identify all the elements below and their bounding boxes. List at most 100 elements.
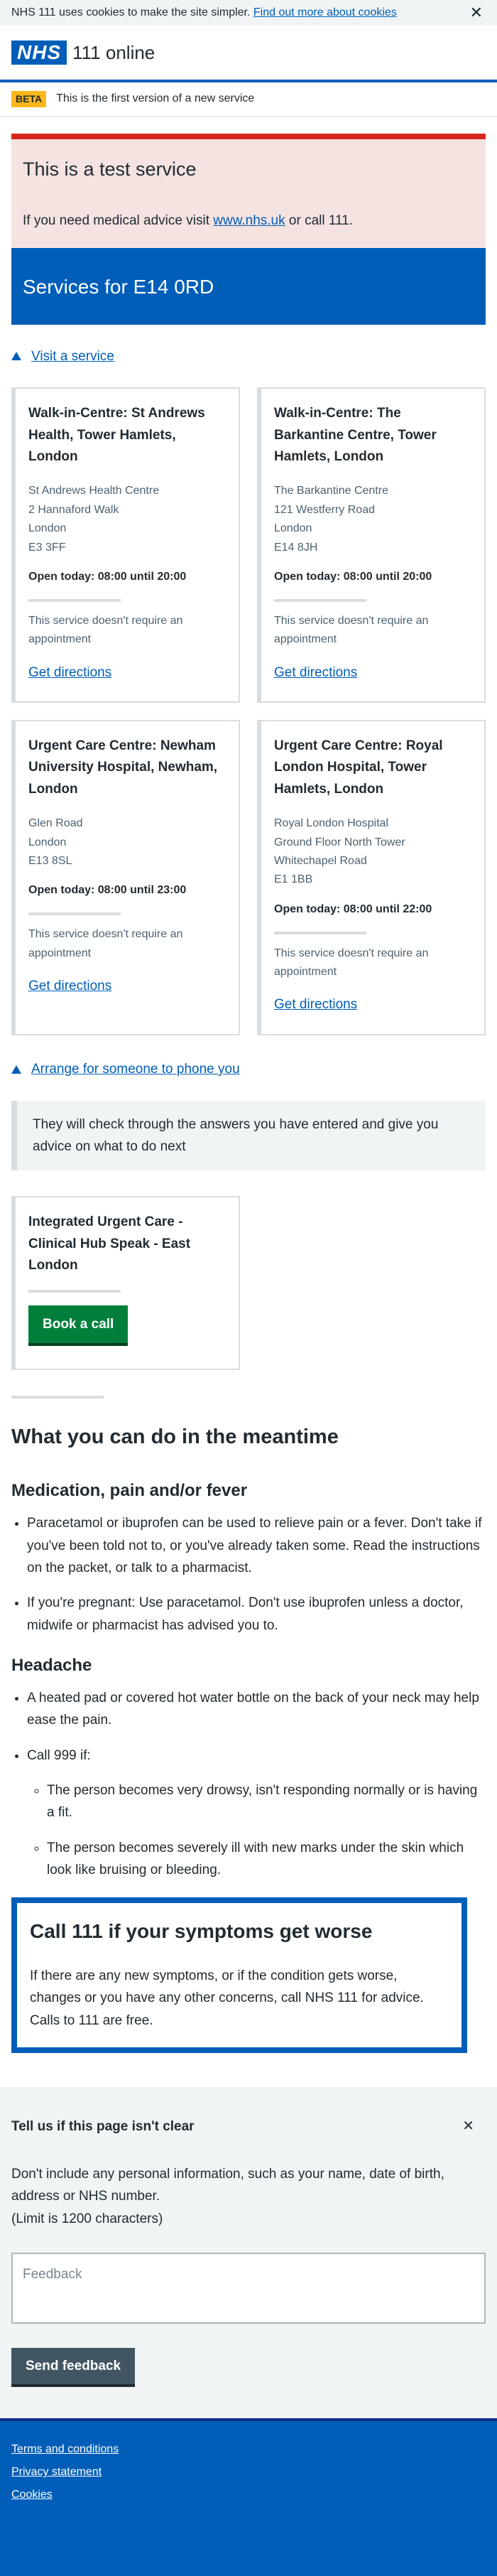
address-line: Whitechapel Road — [274, 854, 367, 867]
site-footer: Terms and conditions Privacy statement C… — [0, 2418, 497, 2576]
cookies-link[interactable]: Cookies — [11, 2484, 486, 2506]
service-cards: Walk-in-Centre: St Andrews Health, Tower… — [11, 387, 486, 1052]
nhs-uk-link[interactable]: www.nhs.uk — [213, 213, 285, 228]
list-item: If you're pregnant: Use paracetamol. Don… — [27, 1592, 486, 1637]
medication-list: Paracetamol or ibuprofen can be used to … — [11, 1512, 486, 1637]
service-card: Urgent Care Centre: Newham University Ho… — [11, 720, 240, 1035]
beta-text: This is the first version of a new servi… — [56, 92, 255, 105]
divider — [274, 931, 366, 934]
opening-hours: Open today: 08:00 until 20:00 — [274, 571, 432, 583]
list-item: The person becomes severely ill with new… — [47, 1837, 486, 1882]
visit-service-link[interactable]: Visit a service — [31, 346, 114, 367]
hub-name: Integrated Urgent Care - Clinical Hub Sp… — [28, 1214, 191, 1273]
feedback-limit: (Limit is 1200 characters) — [11, 2211, 163, 2226]
divider — [28, 912, 121, 916]
address-line: E3 3FF — [28, 541, 66, 554]
test-service-title: This is a test service — [23, 158, 197, 180]
triangle-up-icon — [11, 352, 21, 361]
address-line: E13 8SL — [28, 854, 72, 867]
nhs-logo[interactable]: NHS — [11, 41, 67, 65]
test-text-before: If you need medical advice visit — [23, 212, 214, 228]
close-icon[interactable]: ✕ — [470, 3, 483, 23]
service-address: Glen Road London E13 8SL — [28, 814, 226, 871]
appointment-note: This service doesn't require an appointm… — [274, 947, 429, 978]
address-line: St Andrews Health Centre — [28, 485, 160, 497]
callout-text: If there are any new symptoms, or if the… — [30, 1968, 424, 2028]
get-directions-link[interactable]: Get directions — [28, 979, 111, 993]
address-line: E1 1BB — [274, 873, 313, 886]
services-banner: Services for E14 0RD — [11, 248, 486, 325]
send-feedback-button[interactable]: Send feedback — [11, 2347, 136, 2388]
feedback-title: Tell us if this page isn't clear — [11, 2118, 195, 2134]
service-name: Urgent Care Centre: Newham University Ho… — [28, 738, 218, 797]
get-directions-link[interactable]: Get directions — [28, 665, 111, 680]
address-line: E14 8JH — [274, 541, 318, 554]
phone-toggle[interactable]: Arrange for someone to phone you — [11, 1058, 486, 1081]
appointment-note: This service doesn't require an appointm… — [28, 928, 183, 959]
list-item: A heated pad or covered hot water bottle… — [27, 1687, 486, 1732]
test-service-text: If you need medical advice visit www.nhs… — [23, 210, 474, 231]
cookie-link[interactable]: Find out more about cookies — [253, 4, 397, 22]
opening-hours: Open today: 08:00 until 22:00 — [274, 902, 432, 915]
book-call-button[interactable]: Book a call — [28, 1305, 129, 1347]
service-name[interactable]: 111 online — [72, 38, 155, 67]
meantime-title: What you can do in the meantime — [11, 1426, 339, 1449]
test-text-after: or call 111. — [285, 212, 354, 228]
callout-title: Call 111 if your symptoms get worse — [30, 1919, 373, 1942]
close-icon[interactable]: ✕ — [462, 2116, 474, 2138]
feedback-textarea[interactable]: Feedback — [11, 2252, 486, 2324]
section-divider — [11, 1396, 104, 1399]
service-name: Urgent Care Centre: Royal London Hospita… — [274, 738, 443, 797]
service-address: Royal London Hospital Ground Floor North… — [274, 814, 471, 890]
divider — [28, 598, 121, 602]
get-directions-link[interactable]: Get directions — [274, 665, 357, 680]
list-item: Call 999 if: The person becomes very dro… — [27, 1745, 486, 1882]
list-item: Paracetamol or ibuprofen can be used to … — [27, 1512, 486, 1579]
test-service-warning: This is a test service If you need medic… — [11, 134, 486, 249]
site-header: NHS 111 online — [0, 26, 497, 82]
services-title: Services for E14 0RD — [23, 275, 214, 298]
feedback-hint: Don't include any personal information, … — [11, 2166, 444, 2204]
address-line: Royal London Hospital — [274, 817, 388, 830]
address-line: Ground Floor North Tower — [274, 836, 405, 848]
opening-hours: Open today: 08:00 until 23:00 — [28, 884, 187, 897]
appointment-note: This service doesn't require an appointm… — [28, 614, 183, 646]
terms-link[interactable]: Terms and conditions — [11, 2438, 486, 2461]
address-line: The Barkantine Centre — [274, 485, 388, 497]
address-line: London — [28, 836, 67, 848]
call-999-list: The person becomes very drowsy, isn't re… — [27, 1779, 486, 1881]
headache-title: Headache — [11, 1655, 92, 1675]
service-card: Walk-in-Centre: The Barkantine Centre, T… — [257, 387, 486, 704]
service-name: Walk-in-Centre: The Barkantine Centre, T… — [274, 406, 437, 465]
privacy-link[interactable]: Privacy statement — [11, 2461, 486, 2484]
inset-text: They will check through the answers you … — [11, 1100, 486, 1171]
service-card: Urgent Care Centre: Royal London Hospita… — [257, 720, 486, 1035]
call-111-callout: Call 111 if your symptoms get worse If t… — [11, 1897, 467, 2053]
beta-tag: BETA — [11, 90, 47, 108]
list-item: The person becomes very drowsy, isn't re… — [47, 1779, 486, 1824]
service-address: St Andrews Health Centre 2 Hannaford Wal… — [28, 482, 226, 557]
visit-service-toggle[interactable]: Visit a service — [11, 345, 486, 367]
headache-list: A heated pad or covered hot water bottle… — [11, 1687, 486, 1881]
feedback-header: Tell us if this page isn't clear ✕ — [11, 2116, 486, 2138]
feedback-section: Tell us if this page isn't clear ✕ Don't… — [0, 2086, 497, 2419]
address-line: 121 Westferry Road — [274, 503, 375, 516]
medication-title: Medication, pain and/or fever — [11, 1481, 248, 1501]
divider — [274, 598, 366, 602]
divider — [28, 1289, 121, 1293]
get-directions-link[interactable]: Get directions — [274, 997, 357, 1012]
address-line: London — [28, 522, 67, 535]
service-card: Walk-in-Centre: St Andrews Health, Tower… — [11, 387, 240, 704]
beta-banner: BETA This is the first version of a new … — [0, 82, 497, 117]
call-999-label: Call 999 if: — [27, 1747, 91, 1763]
appointment-note: This service doesn't require an appointm… — [274, 614, 429, 646]
address-line: Glen Road — [28, 817, 83, 830]
service-name: Walk-in-Centre: St Andrews Health, Tower… — [28, 406, 205, 465]
address-line: London — [274, 522, 312, 535]
cookie-text: NHS 111 uses cookies to make the site si… — [11, 6, 251, 18]
address-line: 2 Hannaford Walk — [28, 503, 119, 516]
clinical-hub-card: Integrated Urgent Care - Clinical Hub Sp… — [11, 1196, 240, 1371]
triangle-up-icon — [11, 1065, 21, 1074]
service-address: The Barkantine Centre 121 Westferry Road… — [274, 482, 471, 557]
phone-link[interactable]: Arrange for someone to phone you — [31, 1059, 240, 1079]
